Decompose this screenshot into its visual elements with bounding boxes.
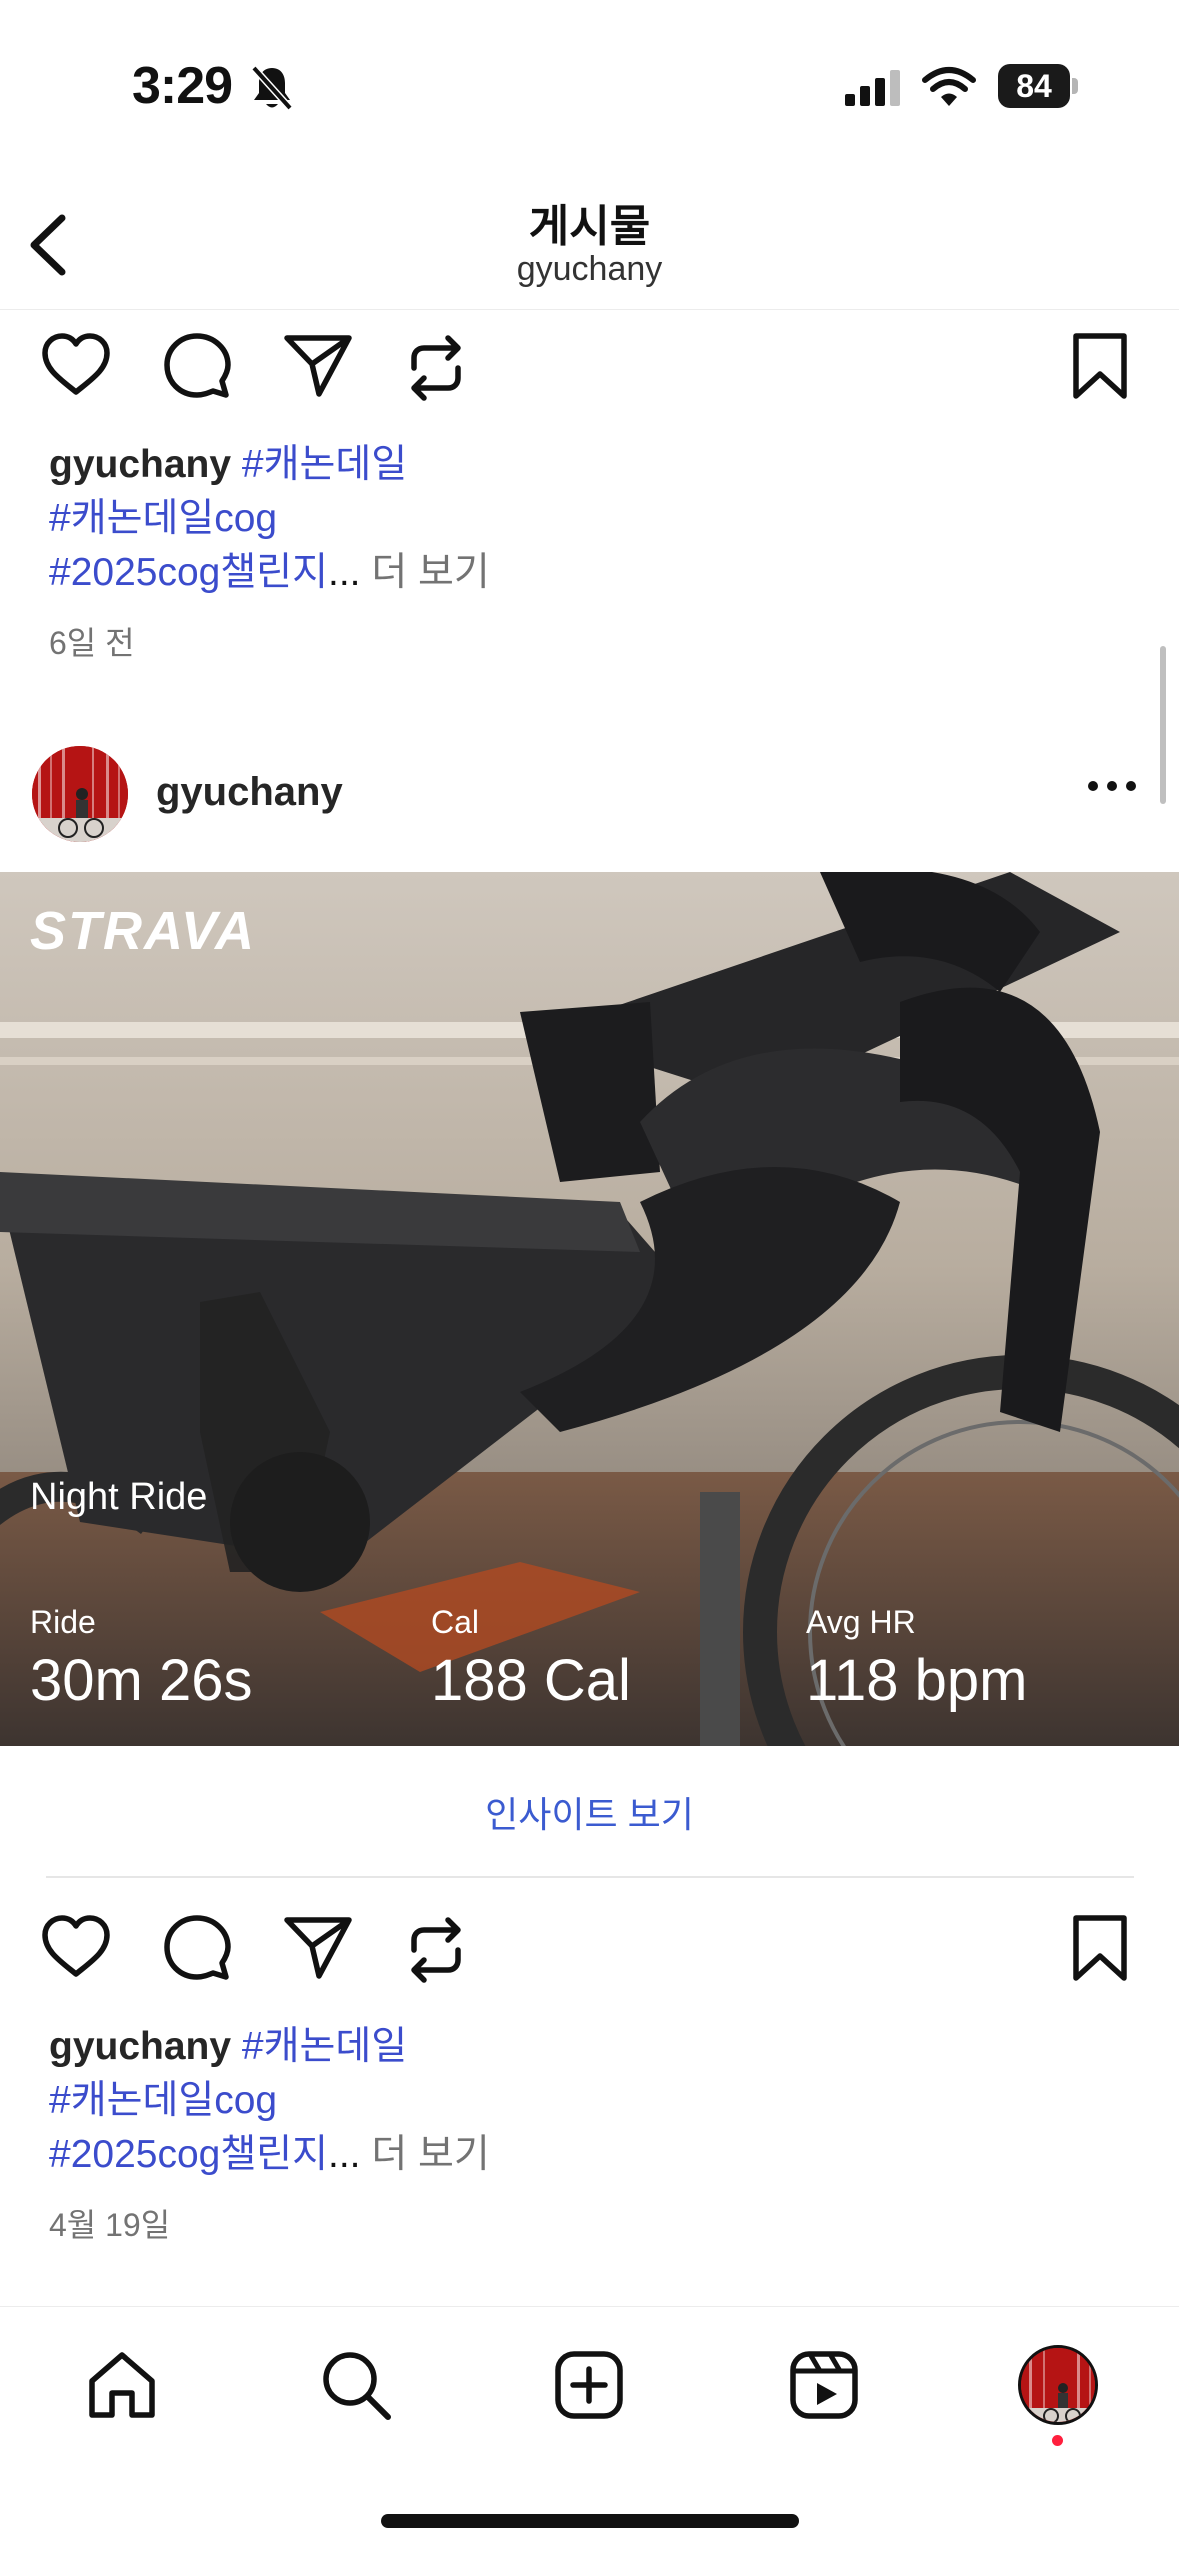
bookmark-icon[interactable] (1072, 332, 1128, 400)
caption-username[interactable]: gyuchany (49, 443, 231, 486)
post-image[interactable]: STRAVA Night Ride Ride 30m 26s Cal 188 C… (0, 872, 1179, 1746)
stat-value: 118 bpm (806, 1648, 1028, 1713)
page-subtitle: gyuchany (516, 250, 663, 288)
stat-value: 30m 26s (30, 1648, 253, 1713)
status-bar: 3:29 84 (0, 0, 1179, 170)
more-options-icon[interactable] (1087, 780, 1137, 792)
repost-icon[interactable] (404, 332, 468, 404)
post-date: 6일 전 (49, 625, 135, 661)
repost-icon[interactable] (404, 1914, 468, 1986)
wifi-icon (922, 67, 976, 106)
share-icon[interactable] (283, 1914, 353, 1980)
page-title: 게시물 (528, 202, 651, 251)
see-more-link[interactable]: 더 보기 (361, 551, 489, 594)
profile-avatar[interactable] (1018, 2345, 1098, 2425)
nav-header: 게시물 gyuchany (0, 170, 1179, 310)
reels-icon[interactable] (788, 2349, 860, 2421)
avatar[interactable] (32, 746, 128, 842)
stat-ride: Ride 30m 26s (30, 1604, 252, 1714)
stat-label: Ride (30, 1604, 96, 1640)
notification-dot (1052, 2435, 1063, 2446)
hashtag-link[interactable]: #2025cog챌린지 (49, 2133, 328, 2176)
hashtag-link[interactable]: #캐논데일 (242, 443, 407, 486)
hashtag-link[interactable]: #2025cog챌린지 (49, 551, 328, 594)
hashtag-link[interactable]: #캐논데일cog (49, 497, 277, 540)
post-actions-top (0, 322, 1179, 422)
status-time: 3:29 (132, 57, 233, 115)
post-username[interactable]: gyuchany (156, 770, 343, 815)
strava-logo: STRAVA (30, 901, 256, 961)
hashtag-link[interactable]: #캐논데일cog (49, 2079, 277, 2122)
battery-indicator: 84 (998, 64, 1078, 108)
post-date: 4월 19일 (49, 2207, 171, 2243)
hashtag-link[interactable]: #캐논데일 (242, 2025, 407, 2068)
stat-avg-hr: Avg HR 118 bpm (806, 1604, 1027, 1714)
stat-label: Avg HR (806, 1604, 916, 1640)
caption-ellipsis: ... (327, 551, 361, 594)
cell-signal-icon (845, 70, 900, 106)
post-caption-top: gyuchany #캐논데일 #캐논데일cog #2025cog챌린지... 더… (49, 438, 1129, 600)
caption-ellipsis: ... (327, 2133, 361, 2176)
caption-username[interactable]: gyuchany (49, 2025, 231, 2068)
comment-icon[interactable] (163, 1914, 231, 1982)
stat-label: Cal (431, 1604, 480, 1640)
create-icon[interactable] (553, 2349, 625, 2421)
post-header: gyuchany (0, 740, 1179, 850)
divider (46, 1876, 1134, 1878)
battery-level: 84 (998, 64, 1070, 108)
search-icon[interactable] (320, 2349, 392, 2421)
post-actions-main (0, 1904, 1179, 2004)
home-icon[interactable] (86, 2349, 158, 2421)
stat-value: 188 Cal (431, 1648, 631, 1713)
bookmark-icon[interactable] (1072, 1914, 1128, 1982)
heart-icon[interactable] (40, 332, 112, 398)
home-indicator[interactable] (381, 2514, 799, 2528)
battery-tip (1072, 78, 1078, 94)
silent-bell-icon (251, 65, 293, 111)
see-more-link[interactable]: 더 보기 (361, 2133, 489, 2176)
comment-icon[interactable] (163, 332, 231, 400)
view-insights-link[interactable]: 인사이트 보기 (0, 1786, 1179, 1838)
stat-calories: Cal 188 Cal (431, 1604, 631, 1714)
ride-name: Night Ride (30, 1476, 208, 1518)
post-caption-main: gyuchany #캐논데일 #캐논데일cog #2025cog챌린지... 더… (49, 2020, 1129, 2182)
share-icon[interactable] (283, 332, 353, 398)
heart-icon[interactable] (40, 1914, 112, 1980)
